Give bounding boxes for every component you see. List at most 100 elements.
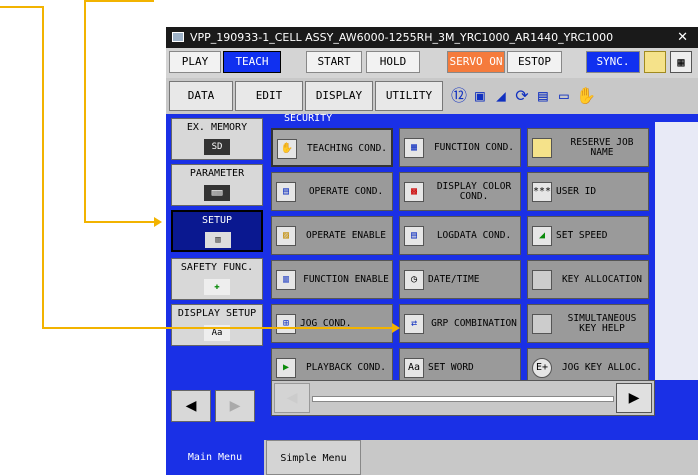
jog-icon: ⊞ — [276, 314, 296, 334]
setup-label: SETUP — [201, 215, 233, 226]
servo-on-button[interactable]: SERVO ON — [447, 51, 505, 73]
right-strip — [655, 122, 698, 380]
sync-button[interactable]: SYNC. — [586, 51, 640, 73]
function-enable-button[interactable]: ▥ FUNCTION ENABLE — [271, 260, 393, 299]
operate-enable-button[interactable]: ▨ OPERATE ENABLE — [271, 216, 393, 255]
callout-line — [84, 0, 86, 222]
safety-func-button[interactable]: SAFETY FUNC. ✚ — [171, 258, 263, 300]
key-allocation-button[interactable]: KEY ALLOCATION — [527, 260, 649, 299]
page-icon: ▭ — [559, 86, 569, 105]
callout-line — [84, 221, 156, 223]
left-menu: EX. MEMORY SD PARAMETER ▥▥ SETUP ▥ SAFET… — [166, 114, 267, 440]
scroll-track[interactable] — [312, 396, 614, 402]
jog-cond-button[interactable]: ⊞ JOG COND. — [271, 304, 393, 343]
callout-line — [42, 327, 394, 329]
function-cond-button[interactable]: ▦ FUNCTION COND. — [399, 128, 521, 167]
logdata-cond-button[interactable]: ▤ LOGDATA COND. — [399, 216, 521, 255]
right-arrow-icon[interactable]: ▶ — [215, 390, 255, 422]
user-id-icon: *** — [532, 182, 552, 202]
section-title: SECURITY — [284, 114, 333, 124]
function-cond-icon: ▦ — [404, 138, 424, 158]
safety-func-label: SAFETY FUNC. — [180, 262, 254, 273]
logdata-cond-label: LOGDATA COND. — [436, 229, 512, 241]
job-icon: ▤ — [538, 86, 548, 105]
play-button[interactable]: PLAY — [169, 51, 221, 73]
mode-toolbar: PLAY TEACH START HOLD SERVO ON ESTOP SYN… — [166, 48, 698, 78]
utility-menu[interactable]: UTILITY — [375, 81, 443, 111]
function-enable-label: FUNCTION ENABLE — [303, 273, 389, 285]
window-icon — [172, 32, 184, 42]
reserve-job-icon — [532, 138, 552, 158]
user-id-button[interactable]: *** USER ID — [527, 172, 649, 211]
grp-combination-label: GRP COMBINATION — [431, 317, 517, 329]
function-enable-icon: ▥ — [276, 270, 296, 290]
callout-line — [42, 6, 44, 328]
set-speed-label: SET SPEED — [556, 229, 608, 241]
folder-icon[interactable] — [644, 51, 666, 73]
date-time-button[interactable]: ◷ DATE/TIME — [399, 260, 521, 299]
user-id-label: USER ID — [556, 185, 597, 197]
start-button[interactable]: START — [306, 51, 362, 73]
menu-bar: DATA EDIT DISPLAY UTILITY ⑫ ▣ ◢ ⟳ ▤ ▭ ✋ — [166, 78, 698, 114]
key-allocation-label: KEY ALLOCATION — [561, 273, 643, 285]
horizontal-scrollbar[interactable]: ◀ ▶ — [271, 380, 655, 416]
operate-enable-icon: ▨ — [276, 226, 296, 246]
operate-enable-label: OPERATE ENABLE — [305, 229, 387, 241]
callout-line — [84, 0, 154, 2]
parameter-label: PARAMETER — [189, 168, 245, 179]
left-arrow-icon[interactable]: ◀ — [171, 390, 211, 422]
bottom-tab-bar: Main Menu Simple Menu — [166, 440, 698, 475]
operate-cond-button[interactable]: ▤ OPERATE COND. — [271, 172, 393, 211]
safety-icon: ✚ — [204, 279, 230, 295]
simultaneous-key-help-button[interactable]: SIMULTANEOUS KEY HELP — [527, 304, 649, 343]
cycle-icon: ⟳ — [515, 86, 529, 105]
edit-menu[interactable]: EDIT — [235, 81, 303, 111]
grp-icon: ⇄ — [404, 314, 424, 334]
display-setup-button[interactable]: DISPLAY SETUP Aa — [171, 304, 263, 346]
simultaneous-key-help-label: SIMULTANEOUS KEY HELP — [567, 312, 637, 334]
jog-cond-label: JOG COND. — [300, 317, 352, 329]
teach-button[interactable]: TEACH — [223, 51, 281, 73]
window-title: VPP_190933-1_CELL ASSY_AW6000-1255RH_3M_… — [190, 31, 614, 44]
main-pane: SECURITY ✋ TEACHING COND. ▦ FUNCTION COND.… — [267, 114, 698, 440]
simple-menu-tab[interactable]: Simple Menu — [266, 440, 361, 475]
display-color-cond-button[interactable]: ▩ DISPLAY COLOR COND. — [399, 172, 521, 211]
teaching-icon: ✋ — [277, 139, 297, 159]
ex-memory-button[interactable]: EX. MEMORY SD — [171, 118, 263, 160]
hold-button[interactable]: HOLD — [366, 51, 420, 73]
title-bar: VPP_190933-1_CELL ASSY_AW6000-1255RH_3M_… — [166, 27, 698, 48]
reserve-job-name-label: RESERVE JOB NAME — [570, 136, 634, 158]
key-help-icon — [532, 314, 552, 334]
grp-combination-button[interactable]: ⇄ GRP COMBINATION — [399, 304, 521, 343]
parameter-button[interactable]: PARAMETER ▥▥ — [171, 164, 263, 206]
logdata-icon: ▤ — [404, 226, 424, 246]
display-color-icon: ▩ — [404, 182, 424, 202]
reserve-job-name-button[interactable]: RESERVE JOB NAME — [527, 128, 649, 167]
main-menu-tab[interactable]: Main Menu — [166, 440, 264, 475]
set-speed-button[interactable]: ◢ SET SPEED — [527, 216, 649, 255]
scroll-right-icon[interactable]: ▶ — [616, 383, 652, 413]
callout-line — [0, 6, 44, 8]
operate-icon: ▤ — [276, 182, 296, 202]
display-color-cond-label: DISPLAY COLOR COND. — [436, 180, 512, 202]
setup-button[interactable]: SETUP ▥ — [171, 210, 263, 252]
teaching-cond-button[interactable]: ✋ TEACHING COND. — [271, 128, 393, 167]
display-menu[interactable]: DISPLAY — [305, 81, 373, 111]
estop-button[interactable]: ESTOP — [507, 51, 562, 73]
hand-icon: ✋ — [576, 86, 596, 105]
data-menu[interactable]: DATA — [169, 81, 233, 111]
playback-icon: ▶ — [276, 358, 296, 378]
sd-card-icon: SD — [204, 139, 230, 155]
app-window: VPP_190933-1_CELL ASSY_AW6000-1255RH_3M_… — [166, 27, 698, 475]
scroll-left-icon[interactable]: ◀ — [274, 383, 310, 413]
close-icon[interactable]: ✕ — [677, 27, 688, 48]
keypad-icon[interactable]: ▦ — [670, 51, 692, 73]
key-icon — [532, 270, 552, 290]
clock-icon: ◷ — [404, 270, 424, 290]
ex-memory-label: EX. MEMORY — [186, 122, 248, 133]
operate-cond-label: OPERATE COND. — [308, 185, 384, 197]
speed-icon: ◢ — [496, 86, 506, 105]
function-cond-label: FUNCTION COND. — [433, 141, 515, 153]
set-word-icon: Aa — [404, 358, 424, 378]
page-arrows: ◀ ▶ — [171, 390, 263, 422]
